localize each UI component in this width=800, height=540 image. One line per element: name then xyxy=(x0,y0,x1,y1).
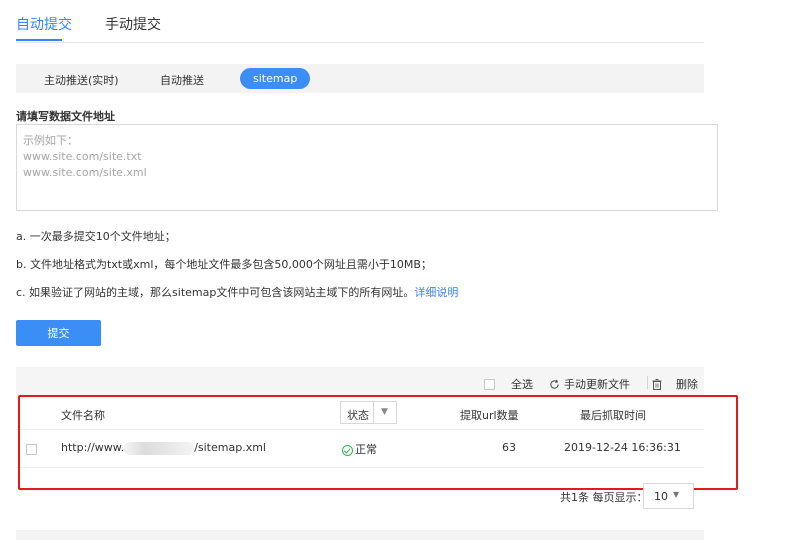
note-c: c. 如果验证了网站的主域，那么sitemap文件中可包含该网站主域下的所有网址… xyxy=(16,284,458,300)
file-address-textarea-wrapper xyxy=(16,124,718,211)
refresh-icon xyxy=(550,379,559,389)
toolbar-divider xyxy=(647,376,648,389)
refresh-files-label: 手动更新文件 xyxy=(564,378,630,391)
file-address-textarea[interactable] xyxy=(17,125,717,210)
tab-auto-submit[interactable]: 自动提交 xyxy=(16,14,72,34)
sub-tab-auto-push[interactable]: 自动推送 xyxy=(160,72,204,88)
delete-label: 删除 xyxy=(676,378,698,391)
page-size-select[interactable]: 10 ▼ xyxy=(643,483,694,509)
top-tab-bar: 自动提交 手动提交 xyxy=(16,0,704,43)
select-all-control[interactable]: 全选 xyxy=(484,376,533,392)
page-size-value: 10 xyxy=(654,490,668,503)
pagination-summary: 共1条 每页显示： xyxy=(560,491,648,504)
sub-tab-active-push[interactable]: 主动推送(实时) xyxy=(44,72,119,88)
tab-manual-submit[interactable]: 手动提交 xyxy=(105,14,161,34)
file-address-label: 请填写数据文件地址 xyxy=(16,110,115,123)
select-all-checkbox[interactable] xyxy=(484,378,495,390)
table-toolbar: 全选 手动更新文件 删除 xyxy=(16,367,704,397)
active-tab-indicator xyxy=(16,39,62,41)
submit-button[interactable]: 提交 xyxy=(16,320,101,346)
caret-down-icon: ▼ xyxy=(673,490,680,499)
refresh-files-button[interactable]: 手动更新文件 xyxy=(549,376,630,392)
delete-button[interactable]: 删除 xyxy=(652,376,698,392)
note-a: a. 一次最多提交10个文件地址； xyxy=(16,230,176,243)
sub-tab-sitemap[interactable]: sitemap xyxy=(240,68,311,89)
highlight-box xyxy=(18,395,738,490)
note-b: b. 文件地址格式为txt或xml，每个地址文件最多包含50,000个网址且需小… xyxy=(16,258,432,271)
note-c-text: c. 如果验证了网站的主域，那么sitemap文件中可包含该网站主域下的所有网址… xyxy=(16,286,415,299)
select-all-label: 全选 xyxy=(511,378,533,391)
trash-icon xyxy=(652,378,662,390)
footer-bar xyxy=(16,530,704,540)
sub-tab-bar: 主动推送(实时) 自动推送 sitemap xyxy=(16,64,704,93)
details-link[interactable]: 详细说明 xyxy=(414,286,458,299)
